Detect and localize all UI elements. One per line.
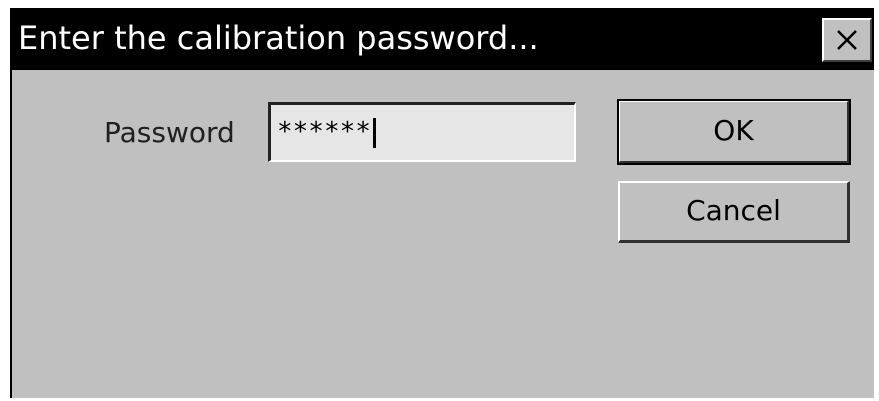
dialog-title: Enter the calibration password...	[18, 19, 539, 57]
password-label: Password	[104, 116, 235, 149]
text-caret	[372, 117, 376, 148]
close-icon	[837, 30, 857, 50]
close-button[interactable]	[822, 18, 872, 62]
title-bar: Enter the calibration password...	[12, 8, 874, 70]
password-value: ******	[277, 116, 376, 148]
ok-button[interactable]: OK	[617, 99, 851, 165]
password-input[interactable]: ******	[268, 102, 576, 162]
calibration-password-dialog: Enter the calibration password... Passwo…	[10, 8, 874, 398]
cancel-button[interactable]: Cancel	[618, 181, 850, 243]
